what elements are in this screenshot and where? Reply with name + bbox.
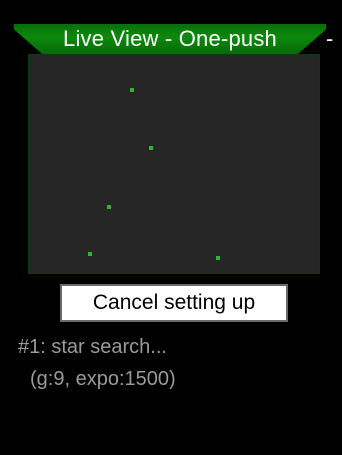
star-marker — [216, 256, 220, 260]
cancel-setup-button[interactable]: Cancel setting up — [60, 284, 288, 322]
star-marker — [149, 146, 153, 150]
live-view-panel — [28, 54, 320, 274]
star-marker — [130, 88, 134, 92]
page-title: Live View - One-push — [63, 26, 277, 51]
status-line-params: (g:9, expo:1500) — [30, 368, 176, 390]
star-marker — [107, 205, 111, 209]
star-marker — [88, 252, 92, 256]
status-line-search: #1: star search... — [18, 336, 167, 358]
title-trailing-dash: - — [326, 26, 334, 51]
